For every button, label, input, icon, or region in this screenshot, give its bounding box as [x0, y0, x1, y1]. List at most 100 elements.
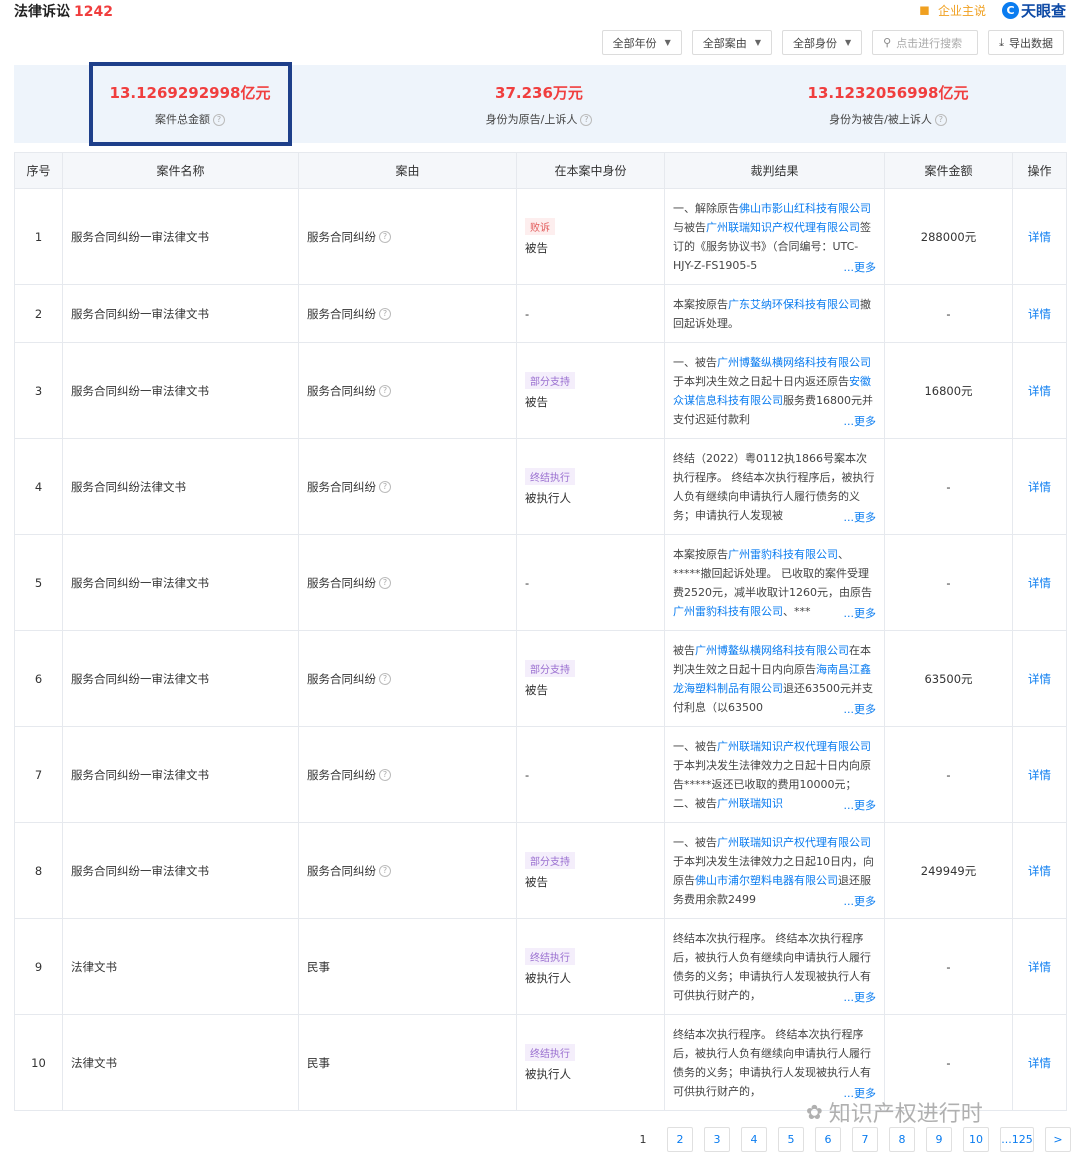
case-role: - — [516, 284, 665, 343]
table-row: 5 服务合同纠纷一审法律文书 服务合同纠纷? - 本案按原告广州雷豹科技有限公司、***… — [14, 534, 1067, 631]
case-cause: 服务合同纠纷? — [298, 188, 517, 285]
case-name: 服务合同纠纷一审法律文书 — [62, 726, 299, 823]
column-header: 操作 — [1012, 152, 1067, 189]
more-link[interactable]: ...更多 — [839, 892, 876, 911]
row-number: 4 — [14, 438, 63, 535]
case-name: 法律文书 — [62, 1014, 299, 1111]
more-link[interactable]: ...更多 — [839, 700, 876, 719]
more-link[interactable]: ...更多 — [839, 796, 876, 815]
more-link[interactable]: ...更多 — [839, 258, 876, 277]
judgment-result: 被告广州博鳌纵横网络科技有限公司在本判决生效之日起十日内向原告海南昌江鑫龙海塑料… — [664, 630, 885, 727]
help-icon[interactable]: ? — [379, 673, 391, 685]
next-page-button[interactable]: > — [1045, 1127, 1071, 1152]
case-role: - — [516, 726, 665, 823]
result-segment: 一、被告 — [673, 355, 717, 369]
page-button-5[interactable]: 5 — [778, 1127, 804, 1152]
status-badge: 败诉 — [525, 217, 555, 235]
company-link[interactable]: 广州雷豹科技有限公司 — [728, 548, 838, 561]
help-icon[interactable]: ? — [379, 308, 391, 320]
case-cause: 民事 — [298, 918, 517, 1015]
company-link[interactable]: 佛山市浦尔塑料电器有限公司 — [695, 874, 838, 887]
more-link[interactable]: ...更多 — [839, 988, 876, 1007]
page-button-6[interactable]: 6 — [815, 1127, 841, 1152]
page-button-8[interactable]: 8 — [889, 1127, 915, 1152]
cause-text: 服务合同纠纷 — [307, 863, 376, 878]
cause-text: 服务合同纠纷 — [307, 671, 376, 686]
detail-link[interactable]: 详情 — [1028, 864, 1051, 878]
action-cell: 详情 — [1012, 188, 1067, 285]
page-button-3[interactable]: 3 — [704, 1127, 730, 1152]
row-number: 7 — [14, 726, 63, 823]
company-link[interactable]: 广州联瑞知识产权代理有限公司 — [717, 740, 871, 753]
page-button-4[interactable]: 4 — [741, 1127, 767, 1152]
enterprise-say-link[interactable]: 企业主说 — [938, 2, 986, 19]
help-icon[interactable]: ? — [379, 481, 391, 493]
judgment-result: 一、被告广州联瑞知识产权代理有限公司于本判决发生法律效力之日起10日内，向原告佛… — [664, 822, 885, 919]
page-button-10[interactable]: 10 — [963, 1127, 989, 1152]
company-link[interactable]: 广东艾纳环保科技有限公司 — [728, 298, 860, 311]
status-badge: 部分支持 — [525, 659, 575, 677]
role-text: 被告 — [525, 682, 548, 697]
more-link[interactable]: ...更多 — [839, 508, 876, 527]
company-link[interactable]: 佛山市影山红科技有限公司 — [739, 202, 871, 215]
caret-down-icon: ▼ — [844, 38, 852, 47]
help-icon[interactable]: ? — [934, 114, 947, 126]
judgment-result: 一、被告广州博鳌纵横网络科技有限公司于本判决生效之日起十日内返还原告安徽众谋信息… — [664, 342, 885, 439]
filter-toolbar: 全部年份 ▼ 全部案由 ▼ 全部身份 ▼ ⚲ 点击进行搜索 ⤓ 导出数据 — [601, 30, 1064, 55]
help-icon[interactable]: ? — [379, 769, 391, 781]
export-button[interactable]: ⤓ 导出数据 — [988, 30, 1064, 55]
detail-link[interactable]: 详情 — [1028, 307, 1051, 321]
detail-link[interactable]: 详情 — [1028, 768, 1051, 782]
help-icon[interactable]: ? — [379, 865, 391, 877]
result-segment: 被告 — [673, 643, 695, 657]
watermark: ✿ 知识产权进行时 — [806, 1100, 983, 1127]
detail-link[interactable]: 详情 — [1028, 1056, 1051, 1070]
detail-link[interactable]: 详情 — [1028, 480, 1051, 494]
role-text: 被执行人 — [525, 1066, 571, 1081]
column-header: 案件金额 — [884, 152, 1013, 189]
page-button-2[interactable]: 2 — [667, 1127, 693, 1152]
page-button-125[interactable]: ...125 — [1000, 1127, 1034, 1152]
help-icon[interactable]: ? — [379, 385, 391, 397]
action-cell: 详情 — [1012, 284, 1067, 343]
lawsuit-table: 序号 案件名称 案由 在本案中身份 裁判结果 案件金额 操作 1 服务合同纠纷一审法律文书 服务… — [14, 152, 1067, 1111]
more-link[interactable]: ...更多 — [839, 604, 876, 623]
more-link[interactable]: ...更多 — [839, 412, 876, 431]
company-link[interactable]: 广州联瑞知识产权代理有限公司 — [717, 836, 871, 849]
company-link[interactable]: 广州联瑞知识产权代理有限公司 — [706, 221, 860, 234]
role-text: 被告 — [525, 240, 548, 255]
company-link[interactable]: 广州雷豹科技有限公司 — [673, 605, 783, 618]
detail-link[interactable]: 详情 — [1028, 576, 1051, 590]
result-segment: 、*** — [783, 604, 811, 618]
table-row: 6 服务合同纠纷一审法律文书 服务合同纠纷? 部分支持 被告 被告广州博鳌纵横网络科技有限… — [14, 630, 1067, 727]
cause-filter[interactable]: 全部案由 ▼ — [691, 30, 772, 55]
case-role: 败诉 被告 — [516, 188, 665, 285]
role-filter[interactable]: 全部身份 ▼ — [781, 30, 863, 55]
role-text: 被执行人 — [525, 490, 571, 505]
summary-plaintiff: 37.236万元 身份为原告/上诉人? — [369, 65, 709, 143]
detail-link[interactable]: 详情 — [1028, 960, 1051, 974]
page-button-1[interactable]: 1 — [630, 1127, 656, 1152]
company-link[interactable]: 广州博鳌纵横网络科技有限公司 — [695, 644, 849, 657]
detail-link[interactable]: 详情 — [1028, 672, 1051, 686]
detail-link[interactable]: 详情 — [1028, 384, 1051, 398]
case-amount: 63500元 — [884, 630, 1013, 727]
year-filter[interactable]: 全部年份 ▼ — [601, 30, 682, 55]
help-icon[interactable]: ? — [379, 231, 391, 243]
highlight-box — [89, 62, 292, 146]
case-cause: 服务合同纠纷? — [298, 342, 517, 439]
page-button-7[interactable]: 7 — [852, 1127, 878, 1152]
company-link[interactable]: 广州博鳌纵横网络科技有限公司 — [717, 356, 871, 369]
detail-link[interactable]: 详情 — [1028, 230, 1051, 244]
help-icon[interactable]: ? — [379, 577, 391, 589]
row-number: 6 — [14, 630, 63, 727]
role-text: 被执行人 — [525, 970, 571, 985]
result-segment: 一、解除原告 — [673, 201, 739, 215]
case-amount: - — [884, 918, 1013, 1015]
help-icon[interactable]: ? — [580, 114, 593, 126]
action-cell: 详情 — [1012, 1014, 1067, 1111]
page-button-9[interactable]: 9 — [926, 1127, 952, 1152]
search-input[interactable]: ⚲ 点击进行搜索 — [872, 30, 979, 55]
company-link[interactable]: 广州联瑞知识 — [717, 797, 783, 810]
column-header: 案件名称 — [62, 152, 299, 189]
